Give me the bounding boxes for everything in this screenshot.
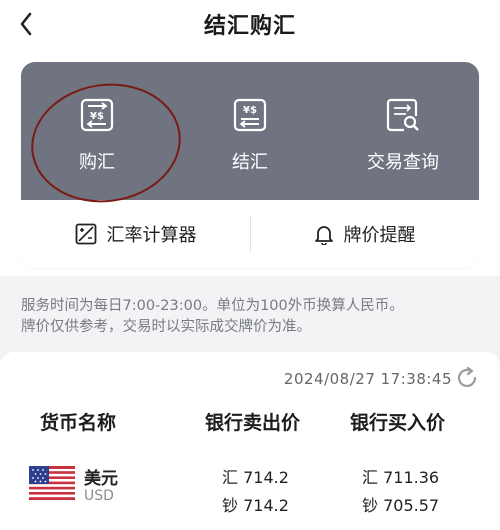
top-section: ¥$ 购汇 ¥$ 结汇 交易查询 汇率计算器 牌价提醒 [0,48,500,276]
page-title: 结汇购汇 [203,14,296,39]
settle-fx-label: 结汇 [232,152,268,173]
svg-text:¥$: ¥$ [90,111,104,122]
rate-alert-label: 牌价提醒 [343,225,416,246]
settle-fx-button[interactable]: ¥$ 结汇 [174,62,326,200]
fx-action-card: ¥$ 购汇 ¥$ 结汇 交易查询 汇率计算器 牌价提醒 [21,62,479,268]
refresh-icon[interactable] [455,366,479,390]
transaction-query-button[interactable]: 交易查询 [327,62,479,200]
us-flag-icon [29,466,75,500]
bell-icon [314,226,333,245]
rate-alert-button[interactable]: 牌价提醒 [250,200,479,268]
calculator-icon [75,223,96,245]
exchange-rate-panel: 2024/08/27 17:38:45 货币名称 银行卖出价 银行买入价 美元 … [0,352,500,530]
app-header: 结汇购汇 [0,0,500,48]
column-header-currency: 货币名称 [40,412,117,434]
buy-fx-label: 购汇 [79,152,115,173]
settle-fx-icon: ¥$ [233,98,267,132]
transaction-query-label: 交易查询 [367,152,439,173]
notice-line-2: 牌价仅供参考，交易时以实际成交牌价为准。 [21,319,311,335]
service-notice: 服务时间为每日7:00-23:00。单位为100外币换算人民币。 牌价仅供参考，… [21,296,481,338]
sell-transfer-rate: 汇 714.2 [222,468,289,487]
fx-calculator-label: 汇率计算器 [106,225,197,246]
currency-name: 美元 [84,469,118,489]
notice-line-1: 服务时间为每日7:00-23:00。单位为100外币换算人民币。 [21,298,404,314]
column-header-bank-buy: 银行买入价 [350,412,446,434]
sell-cash-rate: 钞 714.2 [222,496,289,515]
currency-row-usd[interactable]: 美元 USD 汇 714.2 钞 714.2 汇 711.36 钞 705.57 [0,460,500,520]
fx-action-bar: ¥$ 购汇 ¥$ 结汇 交易查询 [21,62,479,200]
buy-fx-button[interactable]: ¥$ 购汇 [21,62,173,200]
transaction-search-icon [386,98,419,132]
column-header-bank-sell: 银行卖出价 [205,412,301,434]
buy-transfer-rate: 汇 711.36 [362,468,440,487]
buy-cash-rate: 钞 705.57 [362,496,440,515]
currency-code: USD [84,488,114,504]
fx-calculator-button[interactable]: 汇率计算器 [21,200,250,268]
buy-fx-icon: ¥$ [80,98,114,132]
tools-row: 汇率计算器 牌价提醒 [21,200,479,268]
update-timestamp: 2024/08/27 17:38:45 [283,370,452,388]
svg-text:¥$: ¥$ [243,105,257,116]
